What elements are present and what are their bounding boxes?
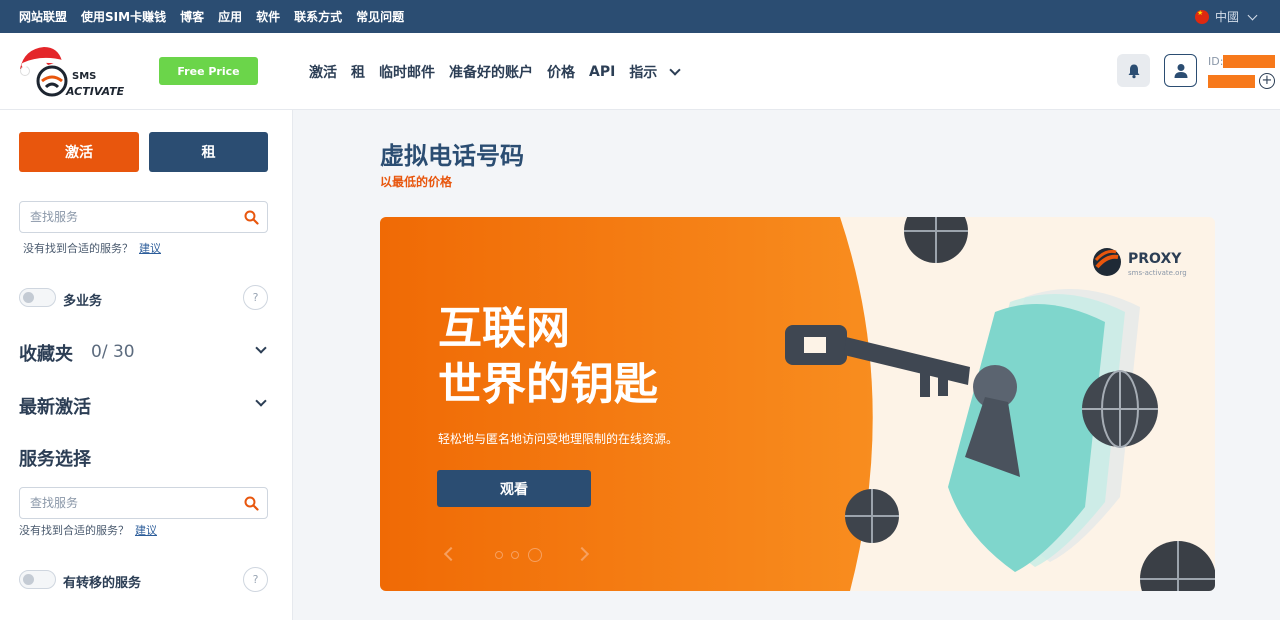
rent-tab-button[interactable]: 租 [149,132,268,172]
nav-temp-mail[interactable]: 临时邮件 [379,62,435,82]
promo-banner[interactable]: PROXY sms-activate.org 互联网 世界的钥匙 轻松地与匿名地… [380,217,1215,591]
service-selection-title: 服务选择 [19,449,91,470]
multi-service-help-button[interactable]: ? [243,285,268,310]
top-link-contacts[interactable]: 联系方式 [294,8,342,25]
watch-button[interactable]: 观看 [437,470,591,507]
header: SMS ACTIVATE Free Price 激活 租 临时邮件 准备好的账户… [0,33,1280,110]
search-hint-text: 没有找到合适的服务？ [23,242,133,255]
sms-activate-logo[interactable]: SMS ACTIVATE [18,43,140,99]
top-link-faq[interactable]: 常见问题 [356,8,404,25]
nav-api[interactable]: API [589,64,615,80]
proxy-name: PROXY [1128,251,1182,267]
nav-rent[interactable]: 租 [351,62,365,82]
proxy-logo-icon [1093,248,1121,276]
logo-text-bottom: ACTIVATE [65,85,125,98]
activate-tab-button[interactable]: 激活 [19,132,139,172]
main-nav: 激活 租 临时邮件 准备好的账户 价格 API 指示 [309,33,681,110]
top-links: 网站联盟 使用SIM卡赚钱 博客 应用 软件 联系方式 常见问题 [19,0,404,33]
service-search-box-2 [19,487,268,519]
language-selector[interactable]: 中國 [1194,0,1258,33]
search-hint: 没有找到合适的服务？ 建议 [23,240,161,256]
sidebar: 激活 租 没有找到合适的服务？ 建议 多业务 ? 收藏夹 0/ 30 最新激活 服… [0,110,293,620]
notifications-button[interactable] [1117,54,1150,87]
free-price-button[interactable]: Free Price [159,57,258,85]
search-icon[interactable] [244,496,259,511]
user-id-label: ID: [1208,55,1224,68]
recent-activations-title[interactable]: 最新激活 [19,393,91,419]
forwarding-services-toggle[interactable] [19,570,56,589]
favorites-chevron-icon[interactable] [255,342,267,354]
top-link-apps[interactable]: 应用 [218,8,242,25]
service-search-input-2[interactable] [30,495,235,511]
proxy-site: sms-activate.org [1128,269,1187,277]
page-subtitle: 以最低的价格 [380,175,453,189]
carousel-dot-3-active[interactable] [528,548,542,562]
chevron-down-icon[interactable] [669,63,681,76]
nav-activate[interactable]: 激活 [309,62,337,82]
top-link-affiliate[interactable]: 网站联盟 [19,8,67,25]
nav-instructions[interactable]: 指示 [629,62,657,82]
banner-heading-line1: 互联网 [438,303,570,354]
suggest-link-2[interactable]: 建议 [135,524,157,537]
multi-service-label: 多业务 [63,294,103,309]
user-id-value-redacted [1223,55,1275,68]
china-flag-icon [1194,9,1209,24]
user-icon [1174,63,1187,78]
multi-service-toggle[interactable] [19,288,56,307]
page-title: 虚拟电话号码 [380,142,524,170]
forwarding-help-button[interactable]: ? [243,567,268,592]
forwarding-services-label: 有转移的服务 [63,576,142,591]
bell-icon [1128,64,1139,78]
banner-heading-line2: 世界的钥匙 [438,359,658,410]
service-search-box [19,201,268,233]
top-link-blog[interactable]: 博客 [180,8,204,25]
top-link-earn-sim[interactable]: 使用SIM卡赚钱 [81,8,166,25]
service-search-input[interactable] [30,209,235,225]
search-hint-text-2: 没有找到合适的服务？ [19,524,129,537]
carousel-dot-2[interactable] [511,551,519,559]
add-balance-button[interactable]: + [1259,73,1275,89]
carousel-dot-1[interactable] [495,551,503,559]
logo-text-top: SMS [72,71,96,82]
top-link-software[interactable]: 软件 [256,8,280,25]
language-label: 中國 [1214,10,1239,24]
balance-value-redacted [1208,75,1255,88]
chevron-down-icon [1247,10,1258,20]
user-account-button[interactable] [1164,54,1197,87]
banner-description: 轻松地与匿名地访问受地理限制的在线资源。 [438,432,679,446]
nav-prices[interactable]: 价格 [547,62,575,82]
favorites-title[interactable]: 收藏夹 [19,340,73,366]
top-bar: 网站联盟 使用SIM卡赚钱 博客 应用 软件 联系方式 常见问题 中國 [0,0,1280,33]
nav-ready-accounts[interactable]: 准备好的账户 [449,62,533,82]
banner-heading: 互联网 世界的钥匙 [438,301,658,413]
suggest-link[interactable]: 建议 [139,242,161,255]
favorites-count: 0/ 30 [91,342,135,362]
search-icon[interactable] [244,210,259,225]
search-hint-2: 没有找到合适的服务？ 建议 [19,522,157,538]
recent-activations-chevron-icon[interactable] [255,395,267,407]
